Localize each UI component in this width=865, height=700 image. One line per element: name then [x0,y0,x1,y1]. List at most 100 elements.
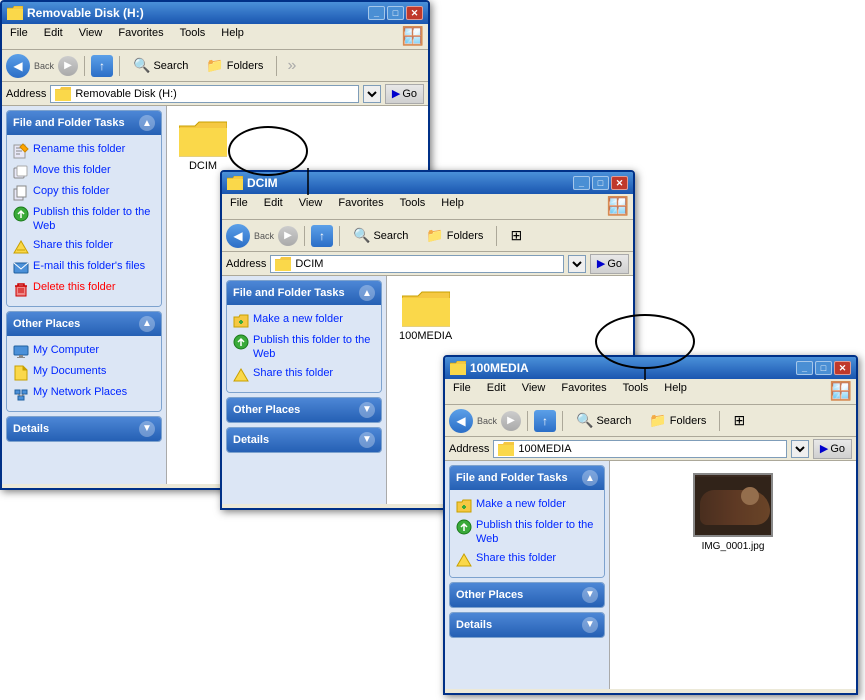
address-dropdown-1[interactable] [363,85,381,103]
task-publish-1[interactable]: Publish this folder to the Web [11,204,157,235]
task-publish-2[interactable]: Publish this folder to the Web [231,332,377,363]
collapse-file-tasks-2[interactable]: ▲ [359,285,375,301]
search-btn-3[interactable]: 🔍 Search [569,409,638,432]
panel-header-file-tasks-3[interactable]: File and Folder Tasks ▲ [450,466,604,490]
go-btn-3[interactable]: ▶ Go [813,439,852,459]
collapse-details-3[interactable]: ▼ [582,617,598,633]
dcim-folder-icon [179,118,227,158]
panel-header-other-3[interactable]: Other Places ▼ [450,583,604,607]
menu-favorites-1[interactable]: Favorites [114,26,167,47]
up-btn-3[interactable]: ↑ [534,410,556,432]
menu-edit-2[interactable]: Edit [260,196,287,217]
maximize-btn-1[interactable]: □ [387,6,404,20]
close-btn-2[interactable]: ✕ [611,176,628,190]
panel-header-other-1[interactable]: Other Places ▲ [7,312,161,336]
menu-edit-1[interactable]: Edit [40,26,67,47]
panel-header-file-tasks-2[interactable]: File and Folder Tasks ▲ [227,281,381,305]
panel-header-details-3[interactable]: Details ▼ [450,613,604,637]
maximize-btn-3[interactable]: □ [815,361,832,375]
folders-btn-2[interactable]: 📁 Folders [419,224,490,247]
collapse-file-tasks-1[interactable]: ▲ [139,115,155,131]
go-btn-1[interactable]: ▶ Go [385,84,424,104]
sep-1b [119,56,120,76]
collapse-details-2[interactable]: ▼ [359,432,375,448]
minimize-btn-1[interactable]: _ [368,6,385,20]
collapse-file-tasks-3[interactable]: ▲ [582,470,598,486]
address-input-2[interactable]: DCIM [270,255,563,273]
address-input-3[interactable]: 100MEDIA [493,440,786,458]
collapse-other-1[interactable]: ▲ [139,316,155,332]
search-btn-1[interactable]: 🔍 Search [126,54,195,77]
task-share-2[interactable]: Share this folder [231,365,377,384]
back-label-2: Back [254,231,274,241]
task-rename-1[interactable]: Rename this folder [11,141,157,160]
menu-tools-1[interactable]: Tools [176,26,210,47]
folders-btn-1[interactable]: 📁 Folders [199,54,270,77]
task-delete-1[interactable]: Delete this folder [11,279,157,298]
task-email-1[interactable]: E-mail this folder's files [11,258,157,277]
task-newdir-2[interactable]: Make a new folder [231,311,377,330]
task-newdir-3[interactable]: Make a new folder [454,496,600,515]
view-btn-3[interactable]: ⊞ [726,409,752,432]
minimize-btn-3[interactable]: _ [796,361,813,375]
panel-header-details-1[interactable]: Details ▼ [7,417,161,441]
close-btn-1[interactable]: ✕ [406,6,423,20]
task-network-1[interactable]: My Network Places [11,384,157,403]
panel-header-file-tasks-1[interactable]: File and Folder Tasks ▲ [7,111,161,135]
forward-btn-2[interactable]: ▶ [278,226,298,246]
back-btn-1[interactable]: ◀ [6,54,30,78]
maximize-btn-2[interactable]: □ [592,176,609,190]
menu-tools-2[interactable]: Tools [396,196,430,217]
address-input-1[interactable]: Removable Disk (H:) [50,85,358,103]
task-copy-1[interactable]: Copy this folder [11,183,157,202]
minimize-btn-2[interactable]: _ [573,176,590,190]
menu-help-2[interactable]: Help [437,196,468,217]
menu-edit-3[interactable]: Edit [483,381,510,402]
title-bar-3: 100MEDIA _ □ ✕ [445,357,856,379]
forward-btn-3[interactable]: ▶ [501,411,521,431]
search-btn-2[interactable]: 🔍 Search [346,224,415,247]
folders-label-1: Folders [227,60,264,72]
folders-icon-2: 📁 [426,227,443,244]
menu-favorites-3[interactable]: Favorites [557,381,610,402]
menu-view-3[interactable]: View [518,381,550,402]
menu-file-1[interactable]: File [6,26,32,47]
collapse-details-1[interactable]: ▼ [139,421,155,437]
collapse-other-2[interactable]: ▼ [359,402,375,418]
task-mydocs-1[interactable]: My Documents [11,363,157,382]
menu-favorites-2[interactable]: Favorites [334,196,387,217]
folder-dcim[interactable]: DCIM [175,114,231,176]
back-btn-3[interactable]: ◀ [449,409,473,433]
task-share-1[interactable]: Share this folder [11,237,157,256]
address-dropdown-2[interactable] [568,255,586,273]
task-publish-3[interactable]: Publish this folder to the Web [454,517,600,548]
collapse-other-3[interactable]: ▼ [582,587,598,603]
menu-tools-3[interactable]: Tools [619,381,653,402]
img-item-0001[interactable]: IMG_0001.jpg [618,469,848,556]
folder-100media[interactable]: 100MEDIA [395,284,456,346]
menu-file-3[interactable]: File [449,381,475,402]
forward-btn-1[interactable]: ▶ [58,56,78,76]
folders-btn-3[interactable]: 📁 Folders [642,409,713,432]
menu-view-2[interactable]: View [295,196,327,217]
up-btn-1[interactable]: ↑ [91,55,113,77]
up-btn-2[interactable]: ↑ [311,225,333,247]
menu-file-2[interactable]: File [226,196,252,217]
go-btn-2[interactable]: ▶ Go [590,254,629,274]
menu-help-1[interactable]: Help [217,26,248,47]
menu-help-3[interactable]: Help [660,381,691,402]
panel-header-details-2[interactable]: Details ▼ [227,428,381,452]
file-area-3: IMG_0001.jpg [610,461,856,689]
view-btn-2[interactable]: ⊞ [503,224,529,247]
back-btn-2[interactable]: ◀ [226,224,250,248]
close-btn-3[interactable]: ✕ [834,361,851,375]
window-100media[interactable]: 100MEDIA _ □ ✕ File Edit View Favorites … [443,355,858,695]
task-mycomputer-1[interactable]: My Computer [11,342,157,361]
task-move-1[interactable]: Move this folder [11,162,157,181]
panel-header-other-2[interactable]: Other Places ▼ [227,398,381,422]
view-icon-3: ⊞ [733,412,745,429]
computer-icon-1 [13,344,29,360]
address-dropdown-3[interactable] [791,440,809,458]
task-share-3[interactable]: Share this folder [454,550,600,569]
menu-view-1[interactable]: View [75,26,107,47]
